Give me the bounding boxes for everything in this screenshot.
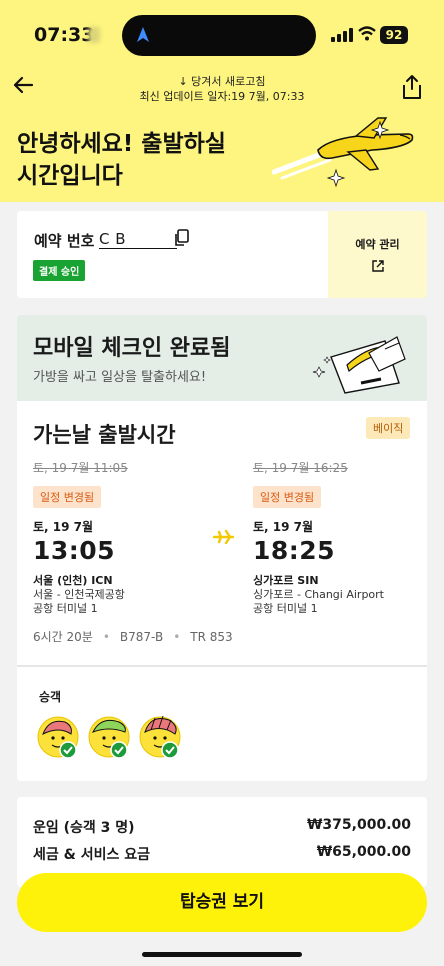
departure-section-title: 가는날 출발시간 (33, 423, 176, 447)
flight-duration: 6시간 20분 (33, 630, 93, 644)
aircraft-type: B787-B (119, 630, 164, 644)
fare-type-badge: 베이직 (366, 417, 411, 439)
arrival-old-time: 토, 19 7월 16:25 (253, 461, 348, 475)
greeting-title: 안녕하세요! 출발하실 시간입니다 (17, 128, 267, 192)
separator-dot: • (102, 630, 110, 644)
tax-amount: ₩65,000.00 (316, 844, 411, 860)
airplane-illustration (272, 117, 414, 188)
external-link-icon (371, 260, 384, 272)
battery-indicator: 92 (380, 26, 408, 44)
wifi-icon (358, 26, 376, 41)
greeting-line-2: 시간입니다 (17, 163, 123, 189)
departure-old-time: 토, 19 7월 11:05 (33, 461, 128, 475)
checkin-banner: 모바일 체크인 완료됨 가방을 싸고 일상을 탈출하세요! (17, 315, 427, 401)
base-fare-row: 운임 (승객 3 명) ₩375,000.00 (33, 817, 411, 837)
booking-number-label: 예약 번호 (34, 232, 95, 250)
payment-status-badge: 결제 승인 (33, 260, 86, 281)
base-fare-label: 운임 (승객 3 명) (33, 820, 135, 836)
home-indicator (142, 952, 302, 957)
manage-booking-button[interactable]: 예약 관리 (328, 211, 427, 298)
passengers-title: 승객 (39, 690, 62, 704)
arrival-changed-badge: 일정 변경됨 (253, 486, 322, 508)
departure-date: 토, 19 7월 (33, 520, 94, 534)
departure-changed-badge: 일정 변경됨 (33, 486, 102, 508)
tax-row: 세금 & 서비스 요금 ₩65,000.00 (33, 844, 411, 864)
tax-label: 세금 & 서비스 요금 (33, 847, 150, 863)
divider (17, 665, 427, 667)
checkin-subtitle: 가방을 싸고 일상을 탈출하세요! (33, 370, 207, 385)
passenger-avatar-1[interactable] (37, 716, 79, 759)
status-time: 07:33 (34, 24, 95, 46)
flight-card: 모바일 체크인 완료됨 가방을 싸고 일상을 탈출하세요! 가는날 출발시간 베… (17, 315, 427, 781)
copy-icon[interactable] (173, 229, 189, 247)
separator-dot: • (173, 630, 181, 644)
passenger-avatar-3[interactable] (139, 716, 181, 759)
share-icon[interactable] (400, 74, 424, 100)
navigation-arrow-icon (137, 27, 149, 42)
last-updated-text: 최신 업데이트 일자:19 7월, 07:33 (139, 90, 305, 103)
manage-booking-label: 예약 관리 (355, 238, 400, 251)
flight-meta: 6시간 20분 • B787-B • TR 853 (33, 628, 233, 645)
status-bar: 07:33 92 (0, 0, 444, 70)
arrival-date: 토, 19 7월 (253, 520, 314, 534)
blurred-status-icon (88, 27, 100, 43)
arrival-terminal: 공항 터미널 1 (253, 602, 318, 615)
base-fare-amount: ₩375,000.00 (306, 817, 411, 833)
greeting-line-1: 안녕하세요! 출발하실 (17, 131, 226, 157)
departure-terminal: 공항 터미널 1 (33, 602, 98, 615)
passenger-avatar-2[interactable] (88, 716, 130, 759)
departure-time: 13:05 (33, 536, 116, 565)
passenger-avatars (37, 716, 181, 759)
boarding-pass-illustration (312, 336, 406, 394)
flight-number: TR 853 (190, 630, 233, 644)
checkin-title: 모바일 체크인 완료됨 (33, 336, 231, 361)
cellular-signal-icon (331, 28, 353, 42)
booking-card: 예약 번호 C B 결제 승인 예약 관리 (17, 211, 427, 298)
arrival-time: 18:25 (253, 536, 336, 565)
booking-number-value: C B (99, 230, 177, 249)
header-area: 07:33 92 ↓ 당겨서 새로고침 최신 업데이트 일자:19 7월, 07… (0, 0, 444, 202)
airplane-icon (213, 529, 235, 545)
pull-to-refresh-hint: ↓ 당겨서 새로고침 (178, 75, 266, 88)
view-boarding-pass-button[interactable]: 탑승권 보기 (17, 873, 427, 932)
